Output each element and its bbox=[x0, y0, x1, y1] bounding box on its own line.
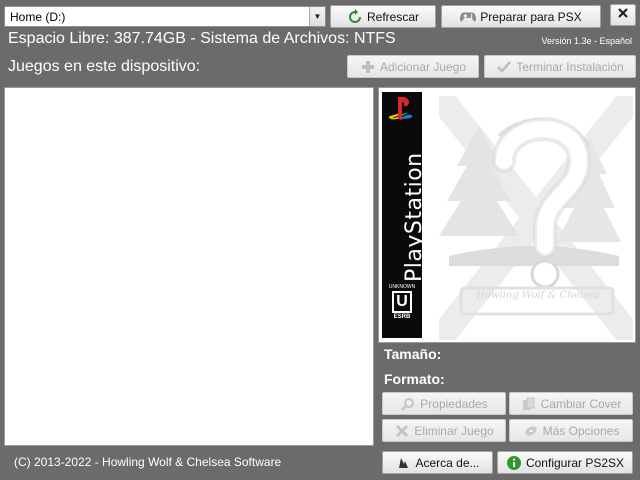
delete-x-icon bbox=[394, 423, 410, 439]
plus-icon bbox=[360, 59, 376, 75]
properties-label: Propiedades bbox=[420, 396, 488, 411]
games-list-heading: Juegos en este dispositivo: bbox=[8, 58, 201, 75]
properties-button[interactable]: Propiedades bbox=[382, 392, 506, 415]
cover-panel: PlayStation UNKNOWN U ESRB Howling Wolf … bbox=[378, 87, 636, 343]
prepare-psx-button[interactable]: Preparar para PSX bbox=[441, 5, 601, 28]
format-label: Formato: bbox=[384, 371, 445, 387]
finish-install-button[interactable]: Terminar Instalación bbox=[484, 55, 636, 78]
close-icon bbox=[617, 6, 629, 24]
drive-select[interactable]: Home (D:) ▼ bbox=[4, 6, 326, 27]
configure-label: Configurar PS2SX bbox=[525, 455, 625, 470]
add-game-label: Adicionar Juego bbox=[379, 59, 467, 74]
about-button[interactable]: Acerca de... bbox=[382, 451, 493, 474]
finish-install-label: Terminar Instalación bbox=[516, 59, 624, 74]
unknown-cover-placeholder bbox=[439, 96, 633, 340]
more-options-label: Más Opciones bbox=[542, 423, 620, 438]
cover-spine: PlayStation UNKNOWN U ESRB bbox=[382, 92, 427, 338]
rating-status: UNKNOWN bbox=[388, 284, 416, 290]
free-space-status: Espacio Libre: 387.74GB - Sistema de Arc… bbox=[8, 30, 396, 47]
close-button[interactable] bbox=[610, 4, 636, 26]
rating-letter: U bbox=[392, 291, 412, 313]
game-list[interactable] bbox=[4, 87, 374, 446]
refresh-icon bbox=[347, 8, 363, 25]
copyright-text: (C) 2013-2022 - Howling Wolf & Chelsea S… bbox=[14, 455, 282, 469]
configure-button[interactable]: Configurar PS2SX bbox=[497, 451, 633, 474]
delete-game-label: Eliminar Juego bbox=[414, 423, 494, 438]
checkmark-icon bbox=[496, 59, 512, 75]
drive-select-value: Home (D:) bbox=[10, 9, 66, 24]
more-options-button[interactable]: Más Opciones bbox=[509, 419, 633, 442]
delete-game-button[interactable]: Eliminar Juego bbox=[382, 419, 506, 442]
add-game-button[interactable]: Adicionar Juego bbox=[347, 55, 479, 78]
gamepad-icon bbox=[460, 9, 477, 25]
change-cover-button[interactable]: Cambiar Cover bbox=[509, 392, 633, 415]
prepare-psx-label: Preparar para PSX bbox=[480, 9, 582, 24]
esrb-rating-badge: UNKNOWN U ESRB bbox=[387, 284, 417, 320]
disc-icon bbox=[523, 423, 539, 439]
magnifier-icon bbox=[400, 396, 416, 412]
playstation-logo-icon bbox=[387, 96, 417, 128]
chevron-down-icon[interactable]: ▼ bbox=[309, 7, 325, 26]
info-icon bbox=[506, 455, 522, 471]
about-label: Acerca de... bbox=[415, 455, 480, 470]
refresh-label: Refrescar bbox=[366, 9, 419, 24]
size-label: Tamaño: bbox=[384, 346, 442, 362]
refresh-button[interactable]: Refrescar bbox=[330, 5, 436, 28]
spine-title: PlayStation bbox=[402, 152, 427, 282]
rating-brand: ESRB bbox=[393, 314, 411, 320]
cover-swap-icon bbox=[521, 396, 537, 412]
change-cover-label: Cambiar Cover bbox=[540, 396, 622, 411]
app-logo-icon bbox=[395, 455, 411, 471]
cover-watermark: Howling Wolf & Chelsea bbox=[476, 290, 600, 301]
version-label: Versión 1.3e - Español bbox=[541, 36, 632, 46]
